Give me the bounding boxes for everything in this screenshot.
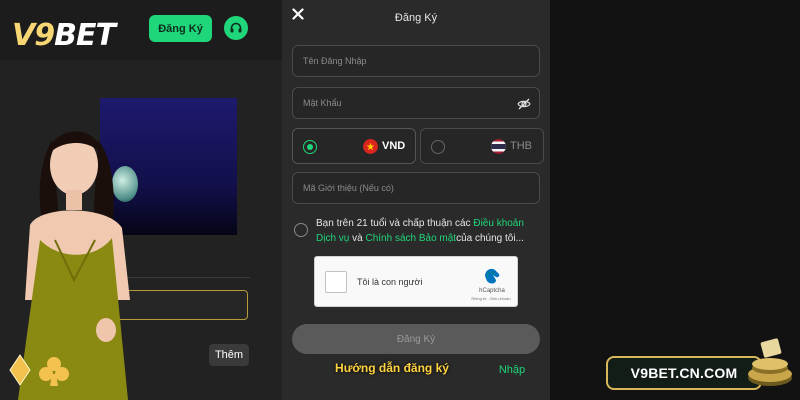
currency-option-vnd[interactable]: VND	[292, 128, 416, 164]
more-button[interactable]: Thêm	[209, 344, 249, 366]
password-field[interactable]	[292, 87, 540, 119]
support-button[interactable]	[224, 16, 248, 40]
headset-icon	[230, 22, 242, 33]
agree-text: Bạn trên 21 tuổi và chấp thuận các Điều …	[316, 218, 524, 244]
radio-selected[interactable]	[303, 140, 317, 154]
signup-modal: Đăng Ký VND THB	[282, 0, 550, 400]
card-suits-decoration	[9, 354, 69, 386]
modal-title: Đăng Ký	[394, 12, 438, 24]
password-input[interactable]	[293, 88, 539, 118]
currency-label-vnd: VND	[382, 140, 406, 152]
thailand-flag-icon	[491, 139, 506, 154]
hcaptcha-logo-icon	[485, 268, 500, 284]
caption-text: Hướng dẫn đăng ký	[335, 361, 449, 375]
referral-input[interactable]	[293, 173, 539, 203]
login-link[interactable]: Nhập	[499, 364, 525, 376]
username-input[interactable]	[293, 46, 539, 76]
captcha-checkbox[interactable]	[325, 271, 347, 293]
brand-logo[interactable]: V9BET	[12, 18, 116, 53]
radio-unselected[interactable]	[431, 140, 445, 154]
eye-slash-icon[interactable]	[517, 97, 531, 111]
captcha-label: Tôi là con người	[357, 277, 423, 287]
currency-label-thb: THB	[510, 140, 532, 152]
referral-field[interactable]	[292, 172, 540, 204]
captcha-widget: Tôi là con người hCaptcha Riêng tư - Điề…	[314, 256, 518, 307]
currency-option-thb[interactable]: THB	[420, 128, 544, 164]
casino-chips-decoration	[748, 338, 792, 386]
submit-signup-button[interactable]: Đăng Ký	[292, 324, 540, 354]
privacy-link[interactable]: Chính sách Bảo mật	[365, 233, 456, 244]
username-field[interactable]	[292, 45, 540, 77]
vietnam-flag-icon	[363, 139, 378, 154]
hcaptcha-links[interactable]: Riêng tư - Điều khoản	[463, 296, 519, 301]
agree-checkbox[interactable]	[294, 223, 308, 237]
site-badge: V9BET.CN.COM	[606, 356, 762, 390]
signup-button[interactable]: Đăng Ký	[149, 15, 212, 42]
hcaptcha-brand: hCaptcha	[479, 288, 505, 294]
